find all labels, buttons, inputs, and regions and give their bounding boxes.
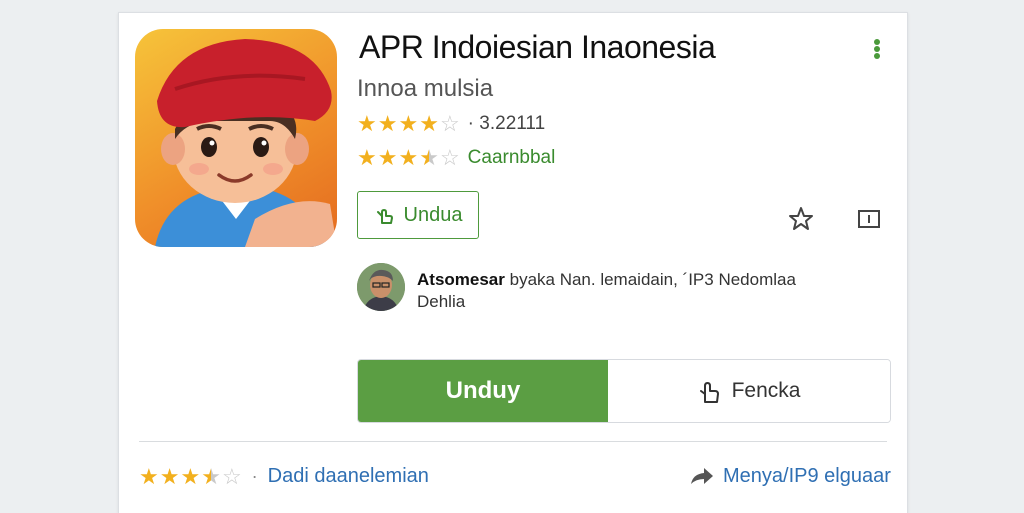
more-options-button[interactable]	[867, 37, 887, 61]
secondary-button[interactable]: Fencka	[608, 360, 890, 422]
footer-link[interactable]: Dadi daanelemian	[268, 465, 429, 488]
rating-value: · 3.22111	[467, 113, 546, 134]
secondary-label: Fencka	[731, 379, 801, 402]
author-row: Atsomesar byaka Nan. lemaidain, ´IP3 Ned…	[357, 263, 877, 313]
hand-pointer-icon	[376, 209, 393, 224]
screen-button[interactable]	[853, 203, 885, 235]
category-row: ★ ★ ★ ★ ☆ Caarnbbal	[357, 147, 555, 169]
cartoon-boy-icon	[155, 39, 337, 247]
footer-stars[interactable]: ★ ★ ★ ★ ☆	[139, 465, 242, 488]
author-description: byaka Nan. lemaidain, ´IP3 Nedomlaa	[509, 270, 796, 289]
author-text: Atsomesar byaka Nan. lemaidain, ´IP3 Ned…	[417, 269, 796, 313]
app-icon[interactable]	[135, 29, 337, 247]
download-outline-button[interactable]: Undua	[357, 191, 479, 239]
screen-icon	[858, 210, 880, 228]
footer-rating: ★ ★ ★ ★ ☆ · Dadi daanelemian	[139, 463, 429, 489]
hand-pointer-icon	[699, 382, 719, 403]
download-outline-label: Undua	[403, 203, 463, 226]
rating-stars: ★ ★ ★ ★ ☆	[357, 111, 460, 136]
divider	[139, 441, 887, 442]
share-arrow-icon	[691, 467, 713, 484]
category-stars: ★ ★ ★ ★ ☆	[357, 145, 460, 170]
app-title: APR Indoiesian Inaonesia	[359, 29, 716, 65]
avatar[interactable]	[357, 263, 405, 311]
star-outline-icon	[789, 207, 813, 230]
author-name[interactable]: Atsomesar	[417, 270, 505, 289]
person-photo-icon	[357, 263, 405, 311]
install-button[interactable]: Unduy	[358, 360, 608, 422]
app-card: APR Indoiesian Inaonesia Innoa mulsia ★ ★…	[118, 12, 908, 513]
category-link[interactable]: Caarnbbal	[468, 147, 556, 169]
developer-name[interactable]: Innoa mulsia	[357, 75, 493, 103]
share-label: Menya/IP9 elguaar	[723, 465, 891, 487]
author-description-line2: Dehlia	[417, 292, 466, 311]
install-button-group: Unduy Fencka	[357, 359, 891, 423]
vertical-dots-icon	[874, 39, 880, 45]
rating-row: ★ ★ ★ ★ ☆ · 3.22111	[357, 113, 545, 135]
wishlist-button[interactable]	[785, 203, 817, 235]
share-link[interactable]: Menya/IP9 elguaar	[689, 465, 891, 488]
